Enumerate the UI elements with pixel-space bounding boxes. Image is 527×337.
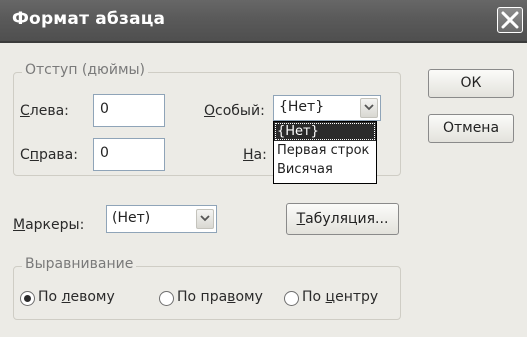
right-indent-label: Справа: [20, 147, 78, 163]
align-center-radio[interactable] [284, 291, 299, 306]
align-left-label[interactable]: По левому [38, 289, 115, 305]
special-select-arrow[interactable] [360, 98, 378, 118]
special-select[interactable]: {Нет} [273, 95, 381, 121]
align-left-radio[interactable] [20, 291, 35, 306]
tabs-button[interactable]: Табуляция... [286, 203, 399, 235]
special-dropdown-list: {Нет} Первая строк Висячая [273, 121, 377, 184]
dropdown-option-first-line[interactable]: Первая строк [274, 141, 376, 160]
dropdown-option-none[interactable]: {Нет} [274, 122, 376, 141]
alignment-legend: Выравнивание [22, 256, 137, 272]
align-center-label[interactable]: По центру [302, 289, 378, 305]
left-indent-input[interactable]: 0 [93, 94, 165, 127]
title-bar: Формат абзаца [0, 0, 527, 43]
by-label: На: [243, 147, 267, 163]
indent-legend: Отступ (дюймы) [22, 62, 149, 78]
align-right-radio[interactable] [159, 291, 174, 306]
chevron-down-icon [200, 215, 210, 222]
dropdown-option-hanging[interactable]: Висячая [274, 160, 376, 179]
markers-select-arrow[interactable] [196, 209, 214, 229]
markers-select[interactable]: (Нет) [106, 205, 217, 233]
dialog-body: Отступ (дюймы) Слева: 0 Справа: 0 Особый… [0, 45, 527, 337]
align-right-label[interactable]: По правому [177, 289, 263, 305]
close-button[interactable] [497, 7, 523, 33]
ok-button[interactable]: ОК [428, 69, 514, 98]
chevron-down-icon [364, 104, 374, 111]
close-icon [501, 11, 519, 29]
dialog-title: Формат абзаца [12, 9, 166, 29]
special-label: Особый: [204, 103, 265, 119]
cancel-button[interactable]: Отмена [428, 114, 514, 143]
left-indent-label: Слева: [20, 103, 69, 119]
right-indent-input[interactable]: 0 [93, 138, 165, 171]
markers-label: Маркеры: [13, 217, 85, 233]
